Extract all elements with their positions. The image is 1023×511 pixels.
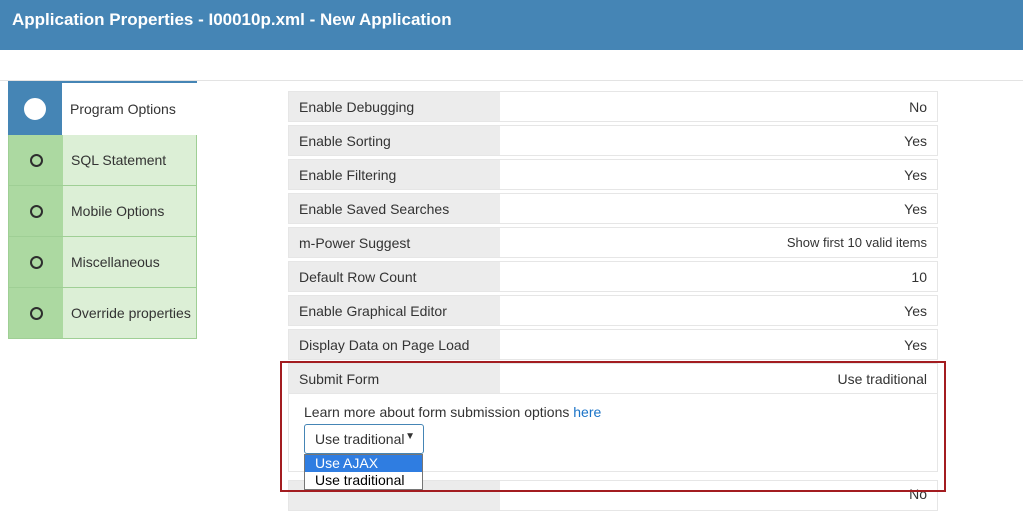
sidebar-item-label: Miscellaneous: [71, 254, 160, 270]
property-key: m-Power Suggest: [289, 228, 500, 257]
property-key: Display Data on Page Load: [289, 330, 500, 359]
sidebar-item-program-options[interactable]: Program Options: [8, 81, 197, 135]
property-value[interactable]: Yes: [500, 330, 937, 359]
property-row: Enable Sorting Yes: [288, 125, 938, 156]
option-use-ajax[interactable]: Use AJAX: [305, 455, 422, 472]
property-value[interactable]: Show first 10 valid items: [500, 228, 937, 257]
property-value[interactable]: Yes: [500, 296, 937, 325]
sidebar-item-sql-statement[interactable]: SQL Statement: [8, 135, 197, 186]
property-row: Display Data on Page Load Yes: [288, 329, 938, 360]
property-key: Enable Debugging: [289, 92, 500, 121]
sidebar-item-override-properties[interactable]: Override properties: [8, 288, 197, 339]
sidebar-item-label: Program Options: [70, 101, 176, 117]
property-key: Enable Saved Searches: [289, 194, 500, 223]
sidebar-item-label: SQL Statement: [71, 152, 167, 168]
sidebar: Program Options SQL Statement Mobile Opt…: [8, 81, 197, 339]
option-use-traditional[interactable]: Use traditional: [305, 472, 422, 489]
property-key: Enable Sorting: [289, 126, 500, 155]
window-title: Application Properties - I00010p.xml - N…: [0, 0, 1023, 50]
property-value[interactable]: No: [500, 92, 937, 121]
property-key: Submit Form: [289, 364, 500, 393]
property-value[interactable]: 10: [500, 262, 937, 291]
property-row: Enable Filtering Yes: [288, 159, 938, 190]
circle-icon: [29, 153, 43, 167]
circle-icon: [29, 306, 43, 320]
property-value[interactable]: No: [500, 481, 937, 510]
property-value[interactable]: Yes: [500, 160, 937, 189]
property-value[interactable]: Yes: [500, 194, 937, 223]
properties-table: Enable Debugging No Enable Sorting Yes E…: [288, 91, 938, 472]
submit-form-dropdown: Use AJAX Use traditional: [304, 454, 423, 490]
sidebar-item-label: Override properties: [71, 305, 191, 321]
property-row: Enable Saved Searches Yes: [288, 193, 938, 224]
sidebar-item-miscellaneous[interactable]: Miscellaneous: [8, 237, 197, 288]
property-row: Default Row Count 10: [288, 261, 938, 292]
circle-icon: [29, 204, 43, 218]
property-key: Enable Graphical Editor: [289, 296, 500, 325]
here-link[interactable]: here: [573, 404, 601, 420]
property-row: Enable Debugging No: [288, 91, 938, 122]
chevron-down-icon: ▼: [405, 431, 415, 442]
property-key: Default Row Count: [289, 262, 500, 291]
submit-form-row: Submit Form Use traditional: [288, 363, 938, 394]
property-value[interactable]: Yes: [500, 126, 937, 155]
learn-more-text: Learn more about form submission options…: [304, 404, 602, 420]
sidebar-item-mobile-options[interactable]: Mobile Options: [8, 186, 197, 237]
property-row: Enable Graphical Editor Yes: [288, 295, 938, 326]
sidebar-item-label: Mobile Options: [71, 203, 165, 219]
circle-icon: [29, 255, 43, 269]
property-value[interactable]: Use traditional: [500, 364, 937, 393]
circle-icon: [24, 98, 46, 120]
submit-form-select[interactable]: Use traditional ▼: [304, 424, 424, 454]
select-value: Use traditional: [315, 431, 405, 447]
property-row: m-Power Suggest Show first 10 valid item…: [288, 227, 938, 258]
property-key: Enable Filtering: [289, 160, 500, 189]
